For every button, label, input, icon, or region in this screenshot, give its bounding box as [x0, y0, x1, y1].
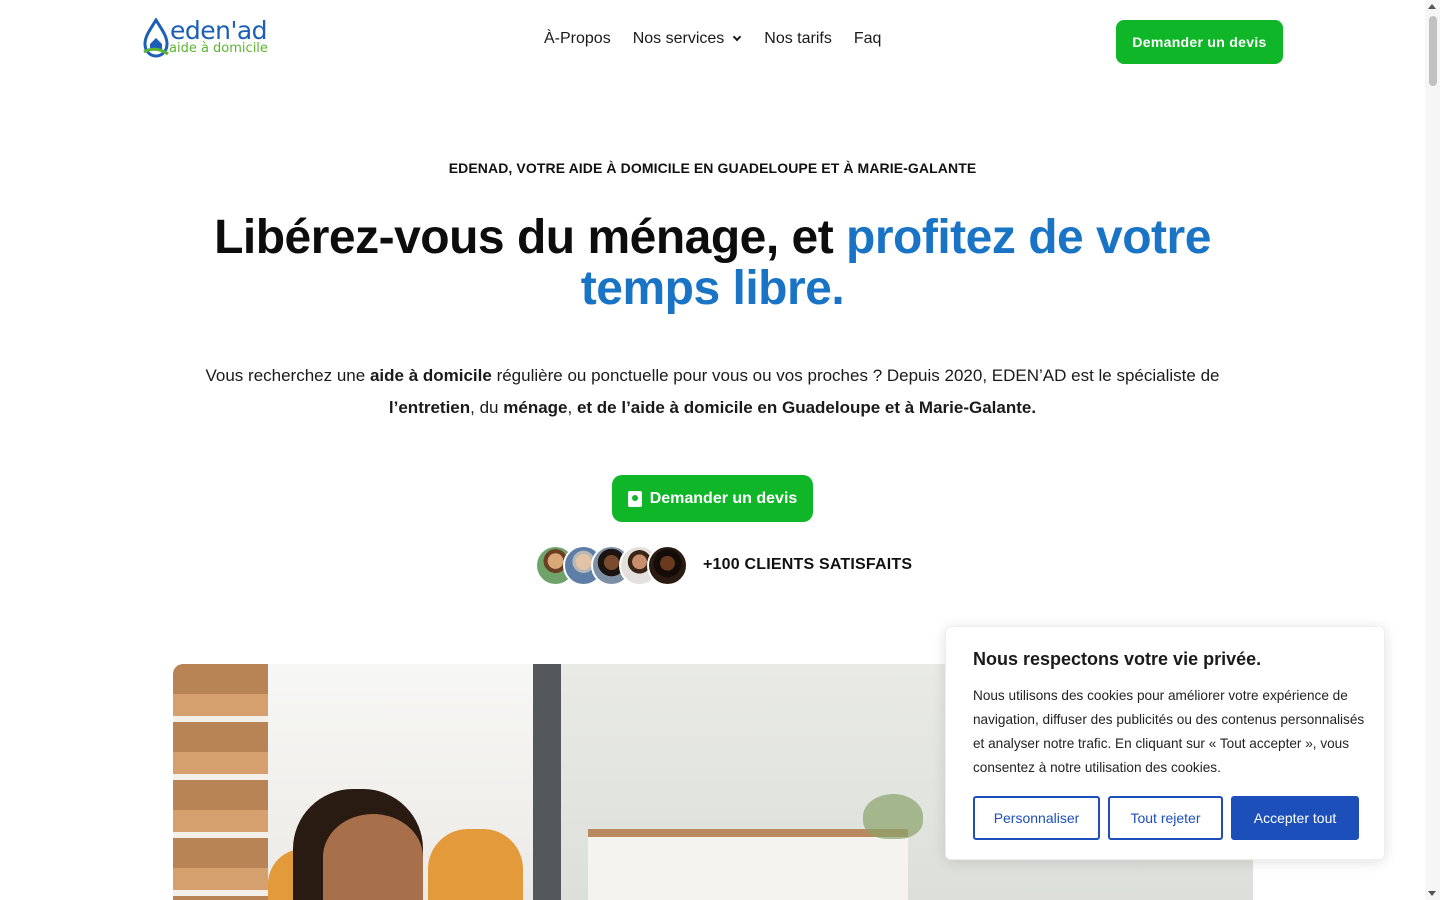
hero-quote-button[interactable]: Demander un devis — [612, 475, 813, 522]
scroll-up-icon[interactable] — [1428, 4, 1436, 9]
avatar — [647, 545, 688, 586]
hero-eyebrow: EDENAD, VOTRE AIDE À DOMICILE EN GUADELO… — [448, 160, 977, 176]
brand-tagline: aide à domicile — [169, 41, 268, 56]
nav-item-nos-tarifs[interactable]: Nos tarifs — [764, 30, 832, 48]
main-nav: À-Propos Nos services Nos tarifs Faq — [544, 30, 881, 48]
intro-text: , du — [470, 398, 504, 417]
brand-logo[interactable]: eden'ad aide à domicile — [142, 16, 272, 60]
cookie-title: Nous respectons votre vie privée. — [973, 649, 1262, 669]
scroll-down-icon[interactable] — [1428, 891, 1436, 896]
cookie-consent-banner: Nous respectons votre vie privée. Nous u… — [945, 626, 1385, 860]
cookie-customize-button[interactable]: Personnaliser — [973, 796, 1100, 840]
photo-plant — [863, 794, 923, 839]
nav-item-faq[interactable]: Faq — [854, 30, 882, 48]
scroll-thumb[interactable] — [1429, 16, 1437, 86]
intro-bold: l’entretien — [388, 398, 471, 417]
intro-text: Vous recherchez une — [205, 366, 370, 385]
intro-bold: et de l’aide à domicile en Guadeloupe et… — [576, 398, 1037, 417]
nav-item-label: Nos services — [632, 30, 725, 47]
photo-person-arm — [428, 829, 523, 900]
chevron-down-icon — [733, 32, 742, 42]
cookie-text: Nous utilisons des cookies pour améliore… — [973, 688, 1365, 775]
nav-item-a-propos[interactable]: À-Propos — [544, 30, 611, 48]
hero-intro: Vous recherchez une aide à domicile régu… — [170, 360, 1255, 424]
hero-headline: Libérez-vous du ménage, et profitez de v… — [150, 212, 1275, 314]
satisfied-clients-label: +100 CLIENTS SATISFAITS — [703, 556, 913, 573]
page-scrollbar[interactable] — [1425, 0, 1440, 900]
headline-part-dark: Libérez-vous du ménage, et — [214, 211, 847, 264]
intro-text: régulière ou ponctuelle pour vous ou vos… — [491, 366, 1220, 385]
photo-pillar — [533, 664, 561, 900]
intro-bold: aide à domicile — [369, 366, 492, 385]
photo-stairs — [173, 664, 268, 900]
client-avatars — [535, 545, 695, 587]
photo-person-face — [323, 814, 423, 900]
intro-text: , — [567, 398, 577, 417]
contact-card-icon — [627, 490, 642, 507]
nav-item-nos-services[interactable]: Nos services — [632, 30, 742, 48]
intro-bold: ménage — [503, 398, 568, 417]
site-header: eden'ad aide à domicile À-Propos Nos ser… — [0, 0, 1425, 84]
cookie-accept-button[interactable]: Accepter tout — [1231, 796, 1359, 840]
drop-house-icon — [143, 18, 169, 58]
photo-sideboard — [588, 829, 908, 900]
header-quote-button[interactable]: Demander un devis — [1116, 20, 1283, 64]
cookie-reject-button[interactable]: Tout rejeter — [1108, 796, 1223, 840]
hero-quote-label: Demander un devis — [649, 489, 798, 507]
